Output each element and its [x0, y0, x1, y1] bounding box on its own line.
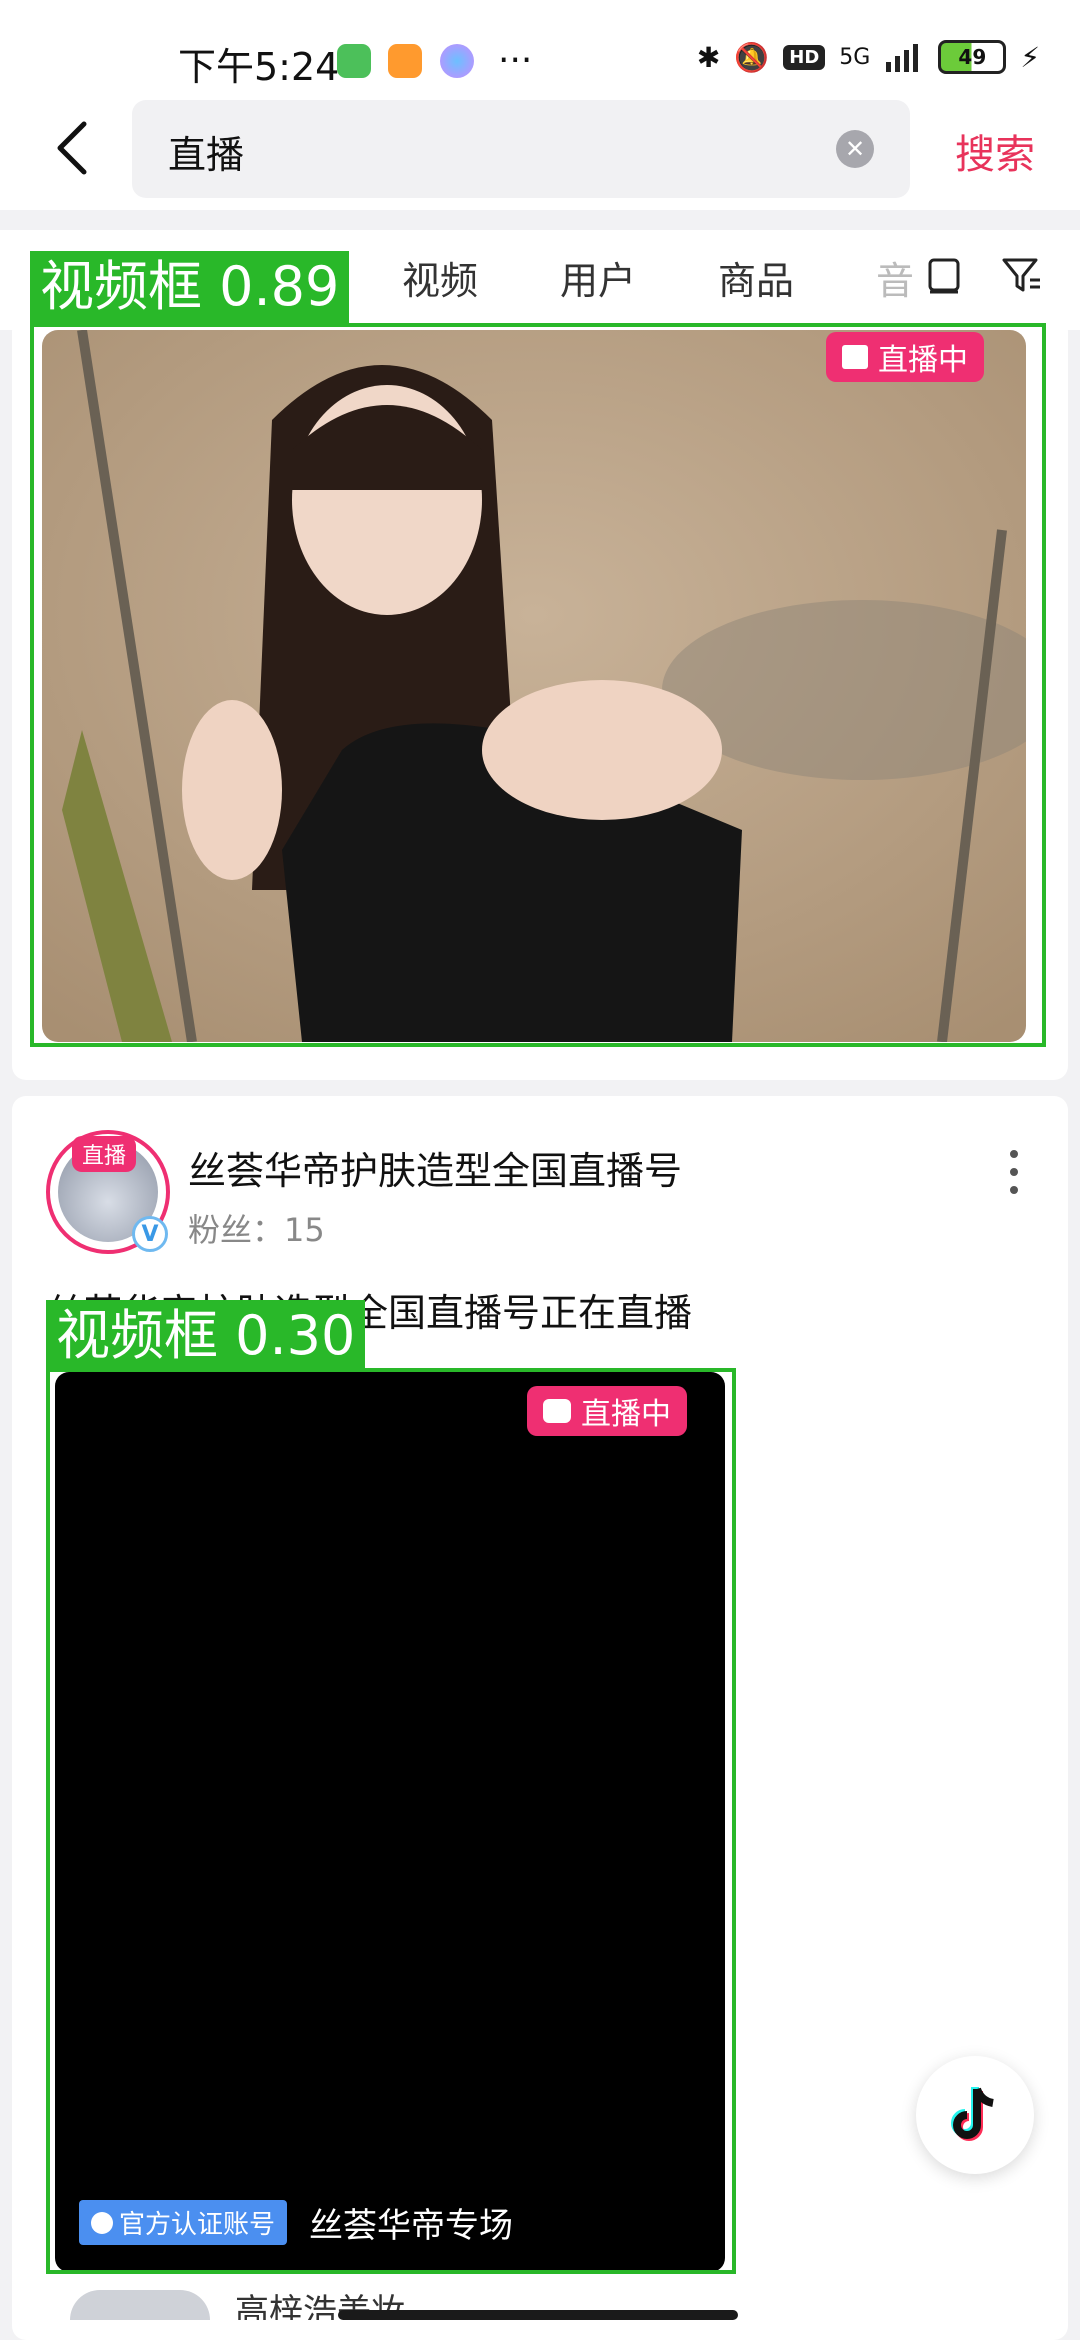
- verified-icon: V: [132, 1216, 168, 1252]
- search-button[interactable]: 搜索: [955, 122, 1035, 180]
- account-name[interactable]: 丝荟华帝护肤造型全国直播号: [188, 1140, 682, 1195]
- filter-icon[interactable]: [1000, 252, 1044, 296]
- charging-icon: ⚡: [1020, 40, 1040, 74]
- search-query: 直播: [168, 133, 245, 177]
- tab-music[interactable]: 音: [876, 250, 914, 305]
- fans-count: 粉丝：15: [188, 1205, 325, 1251]
- status-right: ✱ 🔕 HD 5G 49 ⚡: [697, 40, 1040, 74]
- hd-icon: HD: [783, 44, 826, 70]
- signal-icon: [886, 44, 919, 72]
- douyin-logo-icon: [951, 2087, 994, 2141]
- detection-label-1: 视频框 0.89: [30, 251, 350, 323]
- detection-label-2: 视频框 0.30: [46, 1300, 366, 1372]
- status-bar: 下午5:24 ··· ✱ 🔕 HD 5G 49 ⚡: [0, 0, 1080, 110]
- douyin-float-button[interactable]: [916, 2056, 1034, 2174]
- app-58-icon: [388, 44, 422, 78]
- more-notifications-icon: ···: [498, 40, 533, 81]
- detection-box-2: [46, 1368, 736, 2274]
- fans-value: 15: [284, 1211, 325, 1249]
- app-cloud-icon: [440, 44, 474, 78]
- battery-level: 49: [958, 45, 987, 69]
- tab-users[interactable]: 用户: [560, 250, 636, 305]
- layout-toggle-icon[interactable]: [922, 252, 966, 296]
- detection-box-1: [30, 323, 1046, 1047]
- app-notification-icon: [337, 44, 371, 78]
- peek-avatar: [70, 2290, 210, 2320]
- tab-video[interactable]: 视频: [402, 250, 478, 305]
- bluetooth-icon: ✱: [696, 40, 721, 74]
- back-arrow-icon[interactable]: [46, 118, 106, 178]
- fans-label: 粉丝：: [188, 1211, 285, 1249]
- tab-products[interactable]: 商品: [718, 250, 794, 305]
- more-options-icon[interactable]: [1010, 1150, 1024, 1204]
- network-label: 5G: [839, 44, 871, 70]
- home-indicator[interactable]: [338, 2310, 738, 2320]
- mute-bell-icon: 🔕: [734, 40, 770, 74]
- avatar-live-badge: 直播: [72, 1136, 137, 1172]
- battery-icon: 49: [938, 40, 1007, 74]
- clear-search-icon[interactable]: ✕: [836, 130, 874, 168]
- search-header: 直播 ✕ 搜索: [0, 100, 1080, 210]
- status-time: 下午5:24: [178, 45, 340, 89]
- search-input[interactable]: 直播 ✕: [132, 100, 910, 198]
